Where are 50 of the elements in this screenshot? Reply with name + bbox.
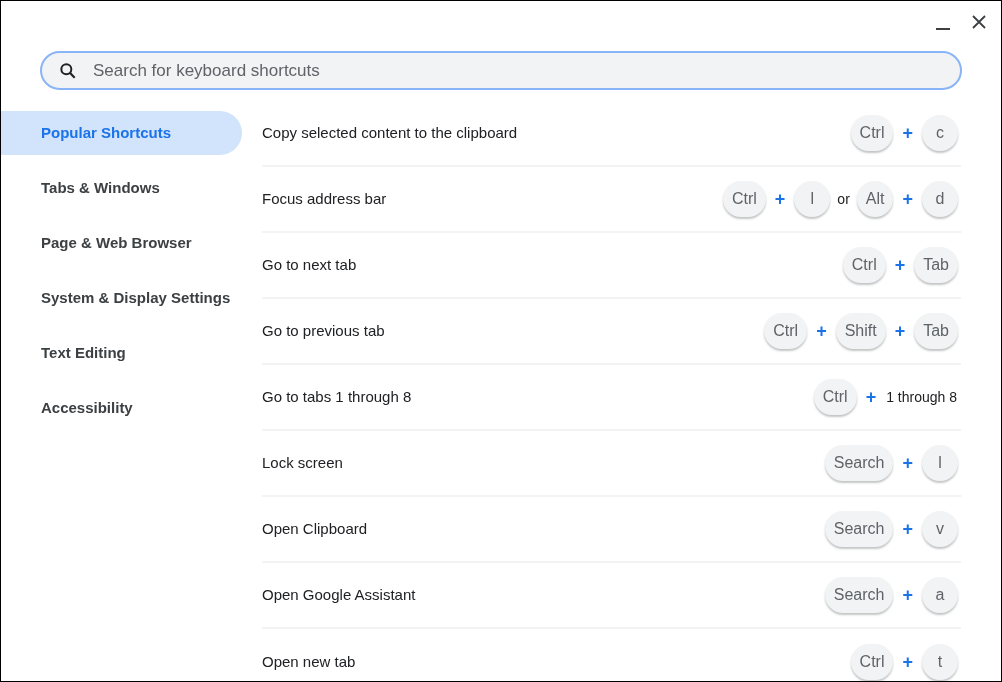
- sidebar-item[interactable]: Tabs & Windows: [1, 166, 242, 210]
- sidebar-item[interactable]: Text Editing: [1, 331, 242, 375]
- plus-sign: +: [816, 319, 827, 343]
- minimize-icon: [936, 28, 950, 30]
- plus-sign: +: [902, 650, 913, 674]
- plus-sign: +: [902, 451, 913, 475]
- key-cap: v: [922, 511, 958, 547]
- shortcut-text: 1 through 8: [886, 387, 957, 407]
- key-cap: t: [922, 644, 958, 680]
- key-cap: Tab: [914, 313, 958, 349]
- plus-sign: +: [902, 187, 913, 211]
- key-cap: Shift: [835, 313, 886, 349]
- key-cap: Alt: [856, 181, 894, 217]
- plus-sign: +: [865, 385, 877, 409]
- plus-sign: +: [902, 517, 913, 541]
- shortcut-description: Focus address bar: [262, 188, 387, 209]
- key-cap: Search: [824, 511, 894, 547]
- shortcut-description: Open Google Assistant: [262, 584, 416, 605]
- shortcut-description: Lock screen: [262, 452, 343, 473]
- key-cap: Ctrl: [813, 379, 857, 415]
- plus-sign: +: [894, 319, 906, 343]
- key-cap: l: [794, 181, 831, 217]
- key-cap: Ctrl: [764, 313, 808, 349]
- plus-sign: +: [894, 253, 906, 277]
- key-cap: Search: [824, 577, 894, 613]
- shortcut-description: Copy selected content to the clipboard: [262, 122, 518, 143]
- shortcut-text: or: [837, 189, 850, 209]
- key-cap: c: [922, 115, 958, 151]
- key-cap: Search: [824, 445, 894, 481]
- plus-sign: +: [902, 583, 913, 607]
- key-cap: Ctrl: [850, 115, 894, 151]
- sidebar-item[interactable]: Accessibility: [1, 386, 242, 430]
- plus-sign: +: [902, 121, 913, 145]
- close-icon: [972, 15, 986, 29]
- shortcut-description: Go to previous tab: [262, 320, 385, 341]
- key-cap: a: [922, 577, 958, 613]
- shortcut-description: Open new tab: [262, 651, 356, 672]
- key-cap: Ctrl: [850, 644, 894, 680]
- key-cap: Tab: [914, 247, 958, 283]
- search-field[interactable]: Search for keyboard shortcuts: [40, 51, 962, 90]
- plus-sign: +: [774, 187, 786, 211]
- shortcut-description: Open Clipboard: [262, 518, 368, 539]
- key-cap: Ctrl: [842, 247, 886, 283]
- sidebar-item[interactable]: Page & Web Browser: [1, 221, 242, 265]
- shortcut-description: Go to next tab: [262, 254, 357, 275]
- key-cap: d: [922, 181, 958, 217]
- key-cap: l: [922, 445, 958, 481]
- shortcut-description: Go to tabs 1 through 8: [262, 386, 412, 407]
- key-cap: Ctrl: [722, 181, 766, 217]
- sidebar-item[interactable]: System & Display Settings: [1, 276, 242, 320]
